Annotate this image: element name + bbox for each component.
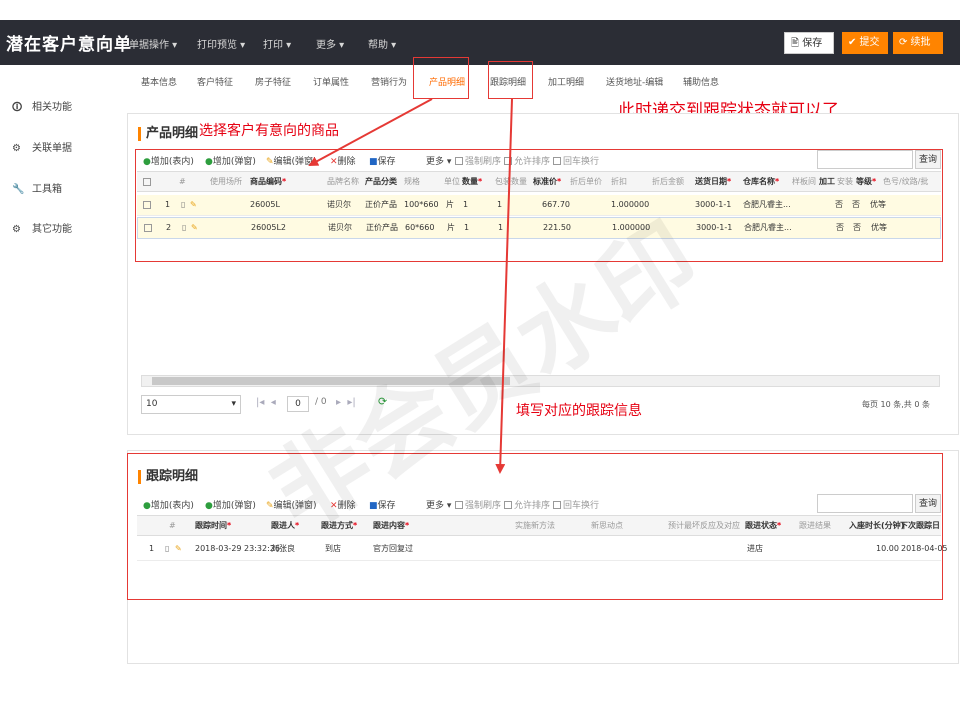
screen: 潜在客户意向单 单据操作 ▾ 打印预览 ▾ 打印 ▾ 更多 ▾ 帮助 ▾ 🖹 保… (0, 0, 960, 720)
arrow-to-product-panel (308, 98, 433, 166)
